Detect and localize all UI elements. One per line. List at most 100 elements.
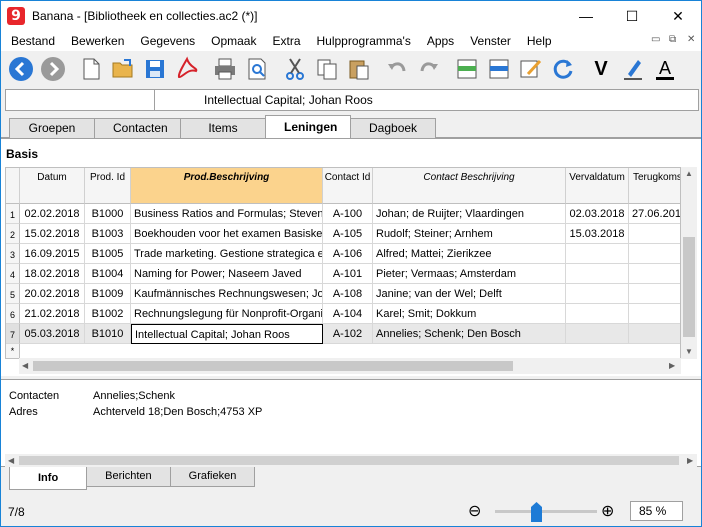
zoom-slider-handle[interactable] bbox=[531, 502, 542, 522]
cell-datum[interactable]: 15.02.2018 bbox=[20, 224, 85, 244]
scroll-down-icon[interactable]: ▼ bbox=[685, 347, 693, 356]
zoom-in-icon[interactable]: ⊕ bbox=[601, 501, 614, 521]
cell-terugkomst[interactable] bbox=[629, 284, 680, 304]
tab-contacten[interactable]: Contacten bbox=[94, 118, 181, 138]
cell-vervaldatum[interactable] bbox=[566, 264, 629, 284]
print-preview-icon[interactable] bbox=[241, 53, 273, 85]
tab-items[interactable]: Items bbox=[180, 118, 266, 138]
cell-prod-id[interactable]: B1003 bbox=[85, 224, 131, 244]
new-row-marker[interactable]: * bbox=[6, 344, 20, 358]
cell-vervaldatum[interactable]: 15.03.2018 bbox=[566, 224, 629, 244]
info-scroll-thumb[interactable] bbox=[19, 456, 679, 465]
zoom-out-icon[interactable]: ⊖ bbox=[468, 501, 481, 521]
cell-datum[interactable]: 20.02.2018 bbox=[20, 284, 85, 304]
menu-extra[interactable]: Extra bbox=[264, 31, 308, 51]
data-grid[interactable]: Datum Prod. Id Prod.Beschrijving Contact… bbox=[5, 167, 681, 359]
cell-address-box[interactable] bbox=[6, 90, 155, 110]
tab-dagboek[interactable]: Dagboek bbox=[350, 118, 436, 138]
horizontal-scroll-thumb[interactable] bbox=[33, 361, 513, 371]
cell-contact-id[interactable]: A-104 bbox=[323, 304, 373, 324]
cell-vervaldatum[interactable] bbox=[566, 324, 629, 344]
scroll-left-icon[interactable]: ◀ bbox=[22, 361, 28, 370]
cut-icon[interactable] bbox=[279, 53, 311, 85]
mdi-close-icon[interactable]: ✕ bbox=[687, 34, 695, 45]
tab-groepen[interactable]: Groepen bbox=[9, 118, 95, 138]
col-header-terugkomst[interactable]: Terugkomst bbox=[629, 168, 680, 204]
mdi-restore-icon[interactable]: ⧉ bbox=[669, 34, 676, 45]
menu-venster[interactable]: Venster bbox=[462, 31, 519, 51]
cell-prod-id[interactable]: B1009 bbox=[85, 284, 131, 304]
col-header-prod-id[interactable]: Prod. Id bbox=[85, 168, 131, 204]
row-number[interactable]: 2 bbox=[6, 224, 20, 244]
row-number[interactable]: 3 bbox=[6, 244, 20, 264]
save-icon[interactable] bbox=[139, 53, 171, 85]
copy-icon[interactable] bbox=[311, 53, 343, 85]
row-number[interactable]: 7 bbox=[6, 324, 20, 344]
cell-datum[interactable]: 02.02.2018 bbox=[20, 204, 85, 224]
col-header-datum[interactable]: Datum bbox=[20, 168, 85, 204]
cell-prod-beschrijving[interactable]: Naming for Power; Naseem Javed bbox=[131, 264, 323, 284]
cell-terugkomst[interactable] bbox=[629, 264, 680, 284]
tab-leningen[interactable]: Leningen bbox=[265, 115, 351, 138]
cell-prod-beschrijving[interactable]: Business Ratios and Formulas; Steven bbox=[131, 204, 323, 224]
open-folder-icon[interactable] bbox=[107, 53, 139, 85]
cell-prod-beschrijving[interactable]: Boekhouden voor het examen Basisker bbox=[131, 224, 323, 244]
cell-contact-beschrijving[interactable]: Janine; van der Wel; Delft bbox=[373, 284, 566, 304]
cell-terugkomst[interactable] bbox=[629, 224, 680, 244]
cell-prod-id[interactable]: B1002 bbox=[85, 304, 131, 324]
cell-prod-beschrijving[interactable]: Rechnungslegung für Nonprofit-Organi bbox=[131, 304, 323, 324]
close-button[interactable]: ✕ bbox=[655, 1, 701, 31]
delete-rows-icon[interactable] bbox=[483, 53, 515, 85]
redo-icon[interactable] bbox=[413, 53, 445, 85]
cell-prod-beschrijving-active[interactable]: Intellectual Capital; Johan Roos bbox=[131, 324, 323, 344]
cell-contact-beschrijving[interactable]: Johan; de Ruijter; Vlaardingen bbox=[373, 204, 566, 224]
insert-rows-icon[interactable] bbox=[451, 53, 483, 85]
cell-prod-beschrijving[interactable]: Trade marketing. Gestione strategica e bbox=[131, 244, 323, 264]
cell-vervaldatum[interactable] bbox=[566, 284, 629, 304]
menu-apps[interactable]: Apps bbox=[419, 31, 462, 51]
cell-contact-beschrijving[interactable]: Annelies; Schenk; Den Bosch bbox=[373, 324, 566, 344]
cell-terugkomst[interactable] bbox=[629, 304, 680, 324]
tab-grafieken[interactable]: Grafieken bbox=[169, 467, 256, 487]
print-icon[interactable] bbox=[209, 53, 241, 85]
cell-prod-id[interactable]: B1010 bbox=[85, 324, 131, 344]
cell-contact-id[interactable]: A-108 bbox=[323, 284, 373, 304]
cell-vervaldatum[interactable]: 02.03.2018 bbox=[566, 204, 629, 224]
menu-gegevens[interactable]: Gegevens bbox=[132, 31, 203, 51]
zoom-slider-track[interactable] bbox=[495, 510, 597, 513]
col-header-contact-beschrijving[interactable]: Contact Beschrijving bbox=[373, 168, 566, 204]
vertical-scrollbar[interactable]: ▲ ▼ bbox=[681, 167, 697, 359]
menu-hulpprogrammas[interactable]: Hulpprogramma's bbox=[309, 31, 419, 51]
horizontal-scrollbar[interactable]: ◀ ▶ bbox=[19, 358, 681, 374]
maximize-button[interactable]: ☐ bbox=[609, 1, 655, 31]
forward-arrow-icon[interactable] bbox=[37, 53, 69, 85]
edit-icon[interactable] bbox=[515, 53, 547, 85]
cell-prod-id[interactable]: B1004 bbox=[85, 264, 131, 284]
font-color-icon[interactable]: A bbox=[649, 53, 681, 85]
row-number[interactable]: 5 bbox=[6, 284, 20, 304]
menu-bestand[interactable]: Bestand bbox=[1, 31, 63, 51]
col-header-contact-id[interactable]: Contact Id bbox=[323, 168, 373, 204]
info-scroll-right-icon[interactable]: ▶ bbox=[687, 456, 693, 465]
cell-contact-beschrijving[interactable]: Alfred; Mattei; Zierikzee bbox=[373, 244, 566, 264]
cell-datum[interactable]: 18.02.2018 bbox=[20, 264, 85, 284]
pdf-icon[interactable] bbox=[171, 53, 203, 85]
cell-datum[interactable]: 21.02.2018 bbox=[20, 304, 85, 324]
cell-vervaldatum[interactable] bbox=[566, 304, 629, 324]
cell-datum[interactable]: 16.09.2015 bbox=[20, 244, 85, 264]
minimize-button[interactable]: — bbox=[563, 1, 609, 31]
scroll-right-icon[interactable]: ▶ bbox=[669, 361, 675, 370]
cell-terugkomst[interactable] bbox=[629, 244, 680, 264]
recalculate-icon[interactable] bbox=[547, 53, 579, 85]
zoom-level-field[interactable]: 85 % bbox=[630, 501, 683, 521]
cell-terugkomst[interactable]: 27.06.2018 bbox=[629, 204, 680, 224]
paste-icon[interactable] bbox=[343, 53, 375, 85]
menu-help[interactable]: Help bbox=[519, 31, 560, 51]
col-header-vervaldatum[interactable]: Vervaldatum bbox=[566, 168, 629, 204]
cell-contact-beschrijving[interactable]: Rudolf; Steiner; Arnhem bbox=[373, 224, 566, 244]
menu-bewerken[interactable]: Bewerken bbox=[63, 31, 132, 51]
row-number[interactable]: 4 bbox=[6, 264, 20, 284]
cell-terugkomst[interactable] bbox=[629, 324, 680, 344]
undo-icon[interactable] bbox=[381, 53, 413, 85]
cell-contact-id[interactable]: A-105 bbox=[323, 224, 373, 244]
